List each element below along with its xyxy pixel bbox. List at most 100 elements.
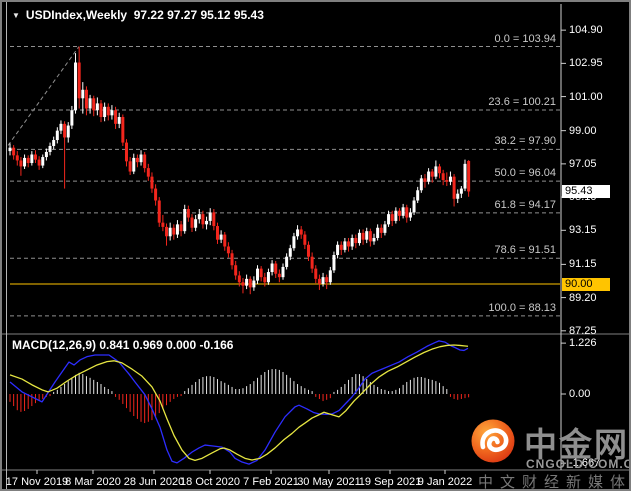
candle-down: [299, 229, 303, 235]
fib-level-label: 50.0 = 96.04: [494, 167, 556, 180]
price-axis-label: 97.05: [569, 157, 597, 170]
candle-up: [372, 237, 376, 242]
price-axis-label: 93.15: [569, 224, 597, 237]
candle-up: [394, 210, 398, 221]
symbol-timeframe-label: USDIndex,Weekly: [25, 8, 128, 22]
candle-down: [106, 106, 110, 116]
watermark: 中金网 CNGOLD.COM.CN 中文财经新媒体: [470, 414, 631, 491]
candle-up: [88, 98, 92, 109]
candle-down: [84, 89, 88, 109]
candle-up: [183, 209, 187, 232]
macd-pane[interactable]: [9, 340, 470, 465]
macd-indicator-label: MACD(12,26,9) 0.841 0.969 0.000 -0.166: [12, 338, 234, 352]
fib-level-label: 23.6 = 100.21: [488, 96, 556, 109]
watermark-domain: CNGOLD.COM.CN: [526, 457, 629, 471]
candle-down: [179, 224, 183, 232]
candle-down: [37, 159, 41, 166]
candle-down: [390, 214, 394, 221]
candle-down: [234, 265, 238, 276]
ohlc-readout: 97.22 97.27 95.12 95.43: [133, 8, 264, 22]
candle-up: [285, 256, 289, 267]
candle-up: [270, 263, 274, 273]
hline-price-badge[interactable]: 90.00: [562, 277, 610, 291]
candle-up: [336, 244, 340, 256]
candle-down: [241, 282, 245, 286]
window-inner-border: [6, 2, 7, 489]
candle-down: [347, 241, 351, 247]
candle-down: [19, 160, 23, 167]
candle-up: [245, 278, 249, 286]
price-axis-label: 89.20: [569, 291, 597, 304]
fib-level-label: 61.8 = 94.17: [494, 198, 556, 211]
candle-down: [317, 278, 321, 284]
candle-down: [212, 212, 216, 227]
candle-up: [266, 272, 270, 283]
candle-up: [357, 232, 361, 244]
candle-down: [154, 188, 158, 201]
candle-down: [190, 217, 194, 228]
candle-down: [339, 244, 343, 250]
candle-down: [165, 226, 169, 237]
candle-down: [226, 246, 230, 254]
candle-up: [70, 110, 74, 126]
chevron-down-icon[interactable]: ▼: [12, 11, 20, 20]
candle-down: [274, 263, 278, 274]
candle-up: [23, 157, 27, 167]
candle-down: [354, 237, 358, 244]
candle-up: [66, 125, 70, 138]
candle-up: [332, 255, 336, 271]
candle-up: [59, 123, 63, 131]
watermark-tagline: 中文财经新媒体: [478, 474, 631, 491]
price-axis-label: 87.25: [569, 324, 597, 337]
candle-up: [383, 224, 387, 233]
candle-up: [387, 214, 391, 225]
candle-down: [397, 210, 401, 216]
candle-down: [310, 256, 314, 269]
price-axis-label: 91.15: [569, 258, 597, 271]
price-axis-label: 101.00: [569, 90, 603, 103]
candle-up: [376, 227, 380, 238]
candle-up: [110, 110, 114, 116]
candle-down: [33, 154, 37, 160]
candle-down: [379, 227, 383, 233]
candle-up: [343, 241, 347, 250]
candle-up: [8, 147, 12, 152]
candle-down: [215, 226, 219, 240]
candle-up: [350, 237, 354, 247]
main-price-pane[interactable]: [4, 46, 560, 317]
candle-down: [63, 123, 67, 138]
candle-down: [77, 62, 81, 99]
candle-up: [74, 62, 78, 111]
macd-axis-label: 0.00: [569, 388, 591, 400]
candle-up: [194, 219, 198, 228]
candle-up: [321, 277, 325, 284]
candle-down: [452, 176, 456, 199]
candle-up: [219, 234, 223, 240]
candle-up: [30, 154, 34, 164]
candle-up: [408, 212, 412, 218]
candle-down: [135, 157, 139, 163]
candle-down: [259, 268, 263, 278]
candle-up: [205, 220, 209, 225]
candle-up: [256, 268, 260, 281]
candle-down: [161, 222, 165, 227]
macd-axis-label: 1.226: [569, 337, 597, 350]
candle-up: [103, 106, 107, 118]
candle-down: [306, 244, 310, 257]
cngold-logo-icon: [471, 419, 515, 463]
candle-down: [99, 103, 103, 118]
candle-down: [150, 176, 154, 189]
fib-level-label: 78.6 = 91.51: [494, 244, 556, 257]
candle-down: [303, 234, 307, 245]
candle-down: [172, 227, 176, 235]
chart-title: ▼ USDIndex,Weekly 97.22 97.27 95.12 95.43: [12, 8, 264, 22]
candle-down: [12, 147, 16, 156]
candle-down: [92, 98, 96, 111]
fib-level-label: 38.2 = 97.90: [494, 135, 556, 148]
candle-up: [168, 227, 172, 237]
candle-up: [252, 280, 256, 288]
candle-down: [237, 275, 241, 283]
candle-down: [114, 110, 118, 124]
candle-down: [223, 234, 227, 247]
candle-up: [459, 188, 463, 194]
